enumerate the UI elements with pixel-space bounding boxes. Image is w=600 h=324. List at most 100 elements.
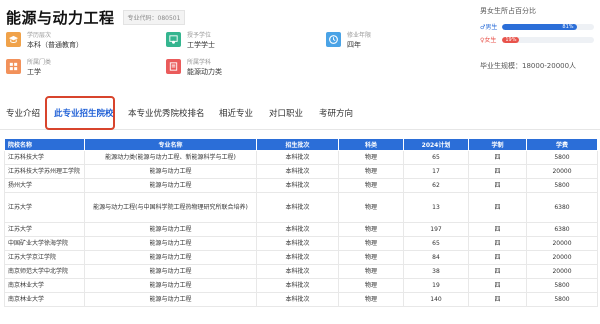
school-name-cell[interactable]: 南京林业大学 [4, 278, 85, 293]
tuition-cell: 5800 [526, 150, 598, 165]
male-label: ♂男生 [480, 24, 498, 31]
school-name-cell[interactable]: 南京林业大学 [4, 292, 85, 307]
batch-cell: 本科批次 [256, 292, 339, 307]
col-major: 专业名称 [84, 138, 257, 151]
school-name-cell[interactable]: 江苏大学京江学院 [4, 250, 85, 265]
major-name-cell: 能源与动力工程 [84, 178, 257, 193]
info-category: 所属门类 工学 [6, 59, 156, 77]
plan-cell: 13 [403, 192, 469, 223]
graduate-scale: 毕业生规模：18000-20000人 [480, 62, 577, 70]
tuition-cell: 6380 [526, 192, 598, 223]
male-bar-fill: 81% [502, 23, 577, 30]
major-name-cell: 能源动力类(能源与动力工程、新能源科学与工程) [84, 150, 257, 165]
plan-cell: 38 [403, 264, 469, 279]
table-row: 扬州大学 能源与动力工程 本科批次 物理 62 四 5800 [4, 178, 598, 193]
school-name-cell[interactable]: 江苏大学 [4, 222, 85, 237]
female-label: ♀女生 [480, 37, 497, 44]
major-name-cell: 能源与动力工程 [84, 264, 257, 279]
info-value: 能源动力类 [187, 68, 222, 76]
tab-introduction[interactable]: 专业介绍 [6, 107, 40, 119]
page-title: 能源与动力工程 [6, 8, 115, 27]
plan-cell: 84 [403, 250, 469, 265]
subject-cell: 物理 [338, 192, 404, 223]
tuition-cell: 20000 [526, 236, 598, 251]
batch-cell: 本科批次 [256, 192, 339, 223]
discipline-book-icon [166, 59, 181, 74]
col-school: 院校名称 [4, 138, 85, 151]
school-name-cell[interactable]: 扬州大学 [4, 178, 85, 193]
tuition-cell: 5800 [526, 292, 598, 307]
batch-cell: 本科批次 [256, 236, 339, 251]
female-bar-fill: 19% [502, 36, 520, 43]
subject-cell: 物理 [338, 164, 404, 179]
tab-related-jobs[interactable]: 对口职业 [269, 107, 303, 119]
duration-cell: 四 [468, 250, 527, 265]
plan-cell: 65 [403, 150, 469, 165]
major-name-cell: 能源与动力工程 [84, 222, 257, 237]
graduation-cap-icon [6, 32, 21, 47]
duration-cell: 四 [468, 222, 527, 237]
tab-similar-majors[interactable]: 相近专业 [219, 107, 253, 119]
subject-cell: 物理 [338, 178, 404, 193]
duration-cell: 四 [468, 178, 527, 193]
batch-cell: 本科批次 [256, 250, 339, 265]
info-education-level: 学历层次本科（普通教育） [6, 32, 156, 50]
male-bar-track: 81% [502, 23, 594, 30]
info-key: 学历层次 [27, 32, 52, 39]
tab-postgrad[interactable]: 考研方向 [319, 107, 353, 119]
tuition-cell: 20000 [526, 264, 598, 279]
info-key: 授予学位 [187, 32, 212, 39]
major-name-cell: 能源与动力工程(与中国科学院工程热物理研究所联合培养) [84, 192, 257, 223]
table-row: 江苏大学 能源与动力工程 本科批次 物理 197 四 6380 [4, 222, 598, 237]
major-name-cell: 能源与动力工程 [84, 292, 257, 307]
male-ratio-bar: ♂男生 81% [480, 22, 594, 31]
subject-cell: 物理 [338, 250, 404, 265]
major-name-cell: 能源与动力工程 [84, 250, 257, 265]
subject-cell: 物理 [338, 222, 404, 237]
major-name-cell: 能源与动力工程 [84, 164, 257, 179]
tuition-cell: 5800 [526, 178, 598, 193]
col-tuition: 学费 [526, 138, 598, 151]
info-value: 本科（普通教育） [27, 41, 83, 49]
table-row: 南京林业大学 能源与动力工程 本科批次 物理 19 四 5800 [4, 278, 598, 293]
tuition-cell: 6380 [526, 222, 598, 237]
col-plan: 2024计划 [403, 138, 469, 151]
table-row: 中国矿业大学徐海学院 能源与动力工程 本科批次 物理 65 四 20000 [4, 236, 598, 251]
school-name-cell[interactable]: 江苏大学 [4, 192, 85, 223]
plan-cell: 140 [403, 292, 469, 307]
batch-cell: 本科批次 [256, 222, 339, 237]
school-name-cell[interactable]: 中国矿业大学徐海学院 [4, 236, 85, 251]
school-name-cell[interactable]: 江苏科技大学 [4, 150, 85, 165]
info-key: 修业年限 [347, 32, 372, 39]
plan-cell: 17 [403, 164, 469, 179]
table-row: 江苏科技大学 能源动力类(能源与动力工程、新能源科学与工程) 本科批次 物理 65 四 58… [4, 150, 598, 165]
subject-cell: 物理 [338, 292, 404, 307]
batch-cell: 本科批次 [256, 164, 339, 179]
duration-cell: 四 [468, 192, 527, 223]
batch-cell: 本科批次 [256, 278, 339, 293]
col-duration: 学制 [468, 138, 527, 151]
plan-cell: 65 [403, 236, 469, 251]
active-tab-highlight-box [45, 96, 115, 130]
major-info-panel: 学历层次 本科（普通教育） 授予学位 工学学士 修业年限 四年 所属门类 工学 所属学科… [6, 32, 471, 82]
duration-cell: 四 [468, 278, 527, 293]
school-name-cell[interactable]: 南京师范大学中北学院 [4, 264, 85, 279]
info-key: 所属门类 [27, 59, 52, 66]
batch-cell: 本科批次 [256, 178, 339, 193]
info-discipline: 所属学科 能源动力类 [166, 59, 316, 77]
tuition-cell: 20000 [526, 164, 598, 179]
info-value: 工学 [27, 68, 41, 76]
duration-cell: 四 [468, 150, 527, 165]
info-key: 所属学科 [187, 59, 212, 66]
table-row: 南京师范大学中北学院 能源与动力工程 本科批次 物理 38 四 20000 [4, 264, 598, 279]
school-name-cell[interactable]: 江苏科技大学苏州理工学院 [4, 164, 85, 179]
tuition-cell: 5800 [526, 278, 598, 293]
tab-school-ranking[interactable]: 本专业优秀院校排名 [128, 107, 205, 119]
subject-cell: 物理 [338, 150, 404, 165]
subject-cell: 物理 [338, 264, 404, 279]
col-subject: 科类 [338, 138, 404, 151]
degree-certificate-icon [166, 32, 181, 47]
batch-cell: 本科批次 [256, 264, 339, 279]
plan-cell: 19 [403, 278, 469, 293]
table-row: 江苏大学 能源与动力工程(与中国科学院工程热物理研究所联合培养) 本科批次 物理 13 四… [4, 192, 598, 223]
